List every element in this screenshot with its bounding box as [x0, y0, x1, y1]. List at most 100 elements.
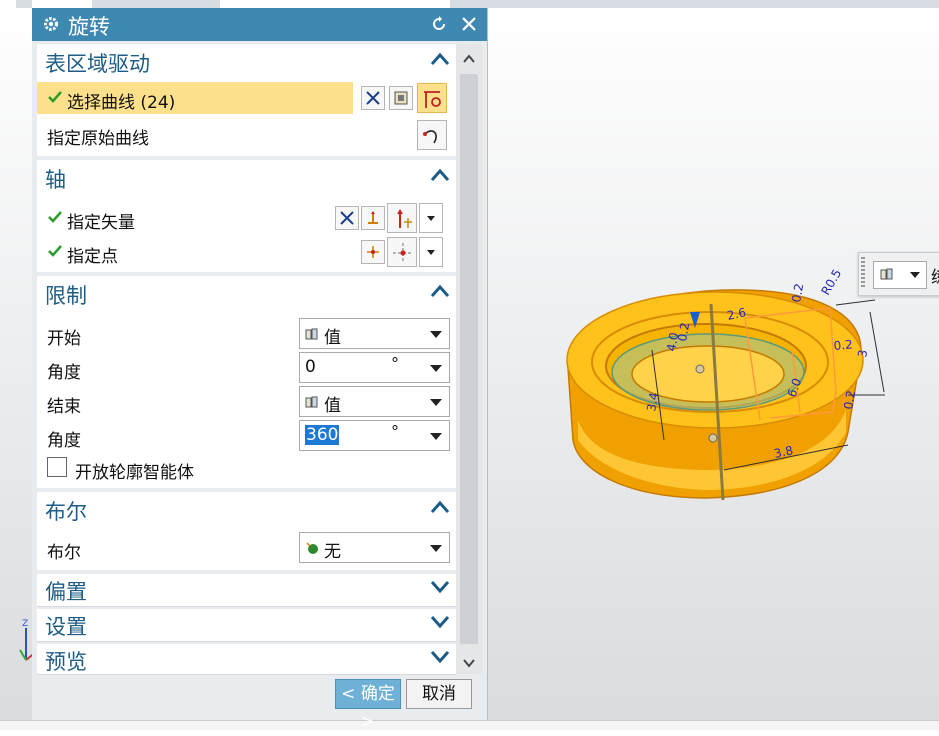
- chevron-up-icon[interactable]: [430, 500, 450, 514]
- section-boolean: 布尔 布尔 无: [37, 492, 456, 570]
- end-type-select[interactable]: 值: [299, 386, 450, 417]
- section-preview[interactable]: 预览: [37, 644, 456, 675]
- floating-toolbar: 练: [858, 252, 939, 296]
- dialog-title: 旋转: [68, 15, 110, 39]
- point-icon: [367, 246, 379, 258]
- boolean-none-icon: [306, 542, 318, 554]
- start-type-select[interactable]: 值: [299, 318, 450, 349]
- start-angle-label: 角度: [47, 363, 81, 383]
- cross-arrows-icon: [340, 211, 354, 225]
- toolbar-text: 练: [931, 263, 939, 288]
- chevron-up-icon[interactable]: [430, 284, 450, 298]
- sketch-icon: [394, 91, 408, 105]
- close-icon[interactable]: [459, 14, 479, 34]
- vector-type-dropdown[interactable]: [419, 203, 443, 233]
- open-profile-checkbox[interactable]: [47, 457, 67, 477]
- chevron-down-icon: [430, 399, 442, 406]
- specify-point-label: 指定点: [67, 247, 118, 267]
- open-profile-label: 开放轮廓智能体: [75, 463, 194, 483]
- section-title: 设置: [45, 615, 87, 639]
- section-axis: 轴 指定矢量 指定点: [37, 160, 456, 272]
- curve-icon: [424, 91, 441, 108]
- sketch-section-button[interactable]: [389, 86, 413, 110]
- select-curve-label: 选择曲线 (24): [67, 93, 176, 113]
- curve-pick-icon: [423, 130, 437, 144]
- chevron-down-icon[interactable]: [430, 580, 450, 594]
- boolean-value: 无: [324, 542, 341, 562]
- vector-dialog-button[interactable]: [361, 206, 385, 230]
- scroll-down-icon[interactable]: [460, 654, 478, 672]
- checkmark-icon: [48, 91, 62, 103]
- origin-curve-row[interactable]: 指定原始曲线: [37, 118, 456, 150]
- origin-curve-label: 指定原始曲线: [47, 129, 149, 149]
- toolbar-grip[interactable]: [861, 257, 865, 289]
- point-type-dropdown[interactable]: [419, 237, 443, 267]
- end-type-value: 值: [324, 396, 341, 416]
- checkmark-icon: [48, 211, 62, 223]
- end-angle-value: 360: [305, 425, 340, 445]
- degree-unit: °: [391, 354, 399, 373]
- section-settings[interactable]: 设置: [37, 609, 456, 642]
- section-title[interactable]: 限制: [45, 280, 87, 310]
- degree-unit: °: [391, 422, 399, 441]
- chevron-down-icon: [910, 272, 920, 278]
- chevron-down-icon: [427, 250, 435, 255]
- chevron-down-icon: [430, 331, 442, 338]
- book-icon: [880, 268, 893, 280]
- vector-type-button[interactable]: [387, 203, 417, 233]
- dim-label: R0.5: [818, 267, 844, 298]
- section-title[interactable]: 轴: [45, 164, 66, 194]
- dialog-titlebar[interactable]: 旋转: [32, 8, 487, 41]
- book-icon: [305, 328, 318, 340]
- end-angle-input[interactable]: 360 °: [299, 420, 450, 451]
- start-angle-value: 0: [305, 357, 316, 377]
- section-region-drive: 表区域驱动 选择曲线 (24) 指定原始曲线: [37, 44, 456, 156]
- point-dialog-button[interactable]: [361, 240, 385, 264]
- book-icon: [305, 396, 318, 408]
- crosshair-icon: [393, 243, 413, 263]
- reverse-direction-button[interactable]: [335, 206, 359, 230]
- section-title[interactable]: 表区域驱动: [45, 48, 150, 78]
- axis-icon: [397, 209, 412, 228]
- dialog-scrollbar[interactable]: [456, 44, 482, 674]
- section-limits: 限制 开始 值 角度 0 ° 结束 值 角度 360 ° 开放轮廓智能体: [37, 276, 456, 488]
- chevron-down-icon[interactable]: [430, 615, 450, 629]
- boolean-label: 布尔: [47, 543, 81, 563]
- dim-label: 3: [855, 349, 870, 359]
- boolean-select[interactable]: 无: [299, 532, 450, 563]
- dim-label: 0.2: [833, 337, 853, 353]
- cancel-button[interactable]: 取消: [406, 679, 472, 709]
- select-curve-row[interactable]: 选择曲线 (24): [37, 82, 353, 114]
- start-label: 开始: [47, 329, 81, 349]
- chevron-up-icon[interactable]: [430, 168, 450, 182]
- revolved-model[interactable]: [566, 289, 864, 501]
- chevron-down-icon[interactable]: [430, 433, 442, 440]
- ok-button[interactable]: < 确定 >: [335, 679, 401, 732]
- scroll-thumb[interactable]: [460, 74, 478, 644]
- chevron-down-icon: [430, 545, 442, 552]
- start-angle-input[interactable]: 0 °: [299, 352, 450, 383]
- end-label: 结束: [47, 397, 81, 417]
- section-title[interactable]: 布尔: [45, 496, 87, 526]
- chevron-down-icon[interactable]: [430, 365, 442, 372]
- revolve-dialog: 旋转 表区域驱动 选择曲线 (24) 指定原始曲线 轴 指定矢量 指定点 限制 …: [32, 8, 488, 732]
- reset-icon[interactable]: [430, 15, 448, 33]
- curve-rule-button[interactable]: [361, 86, 385, 110]
- cross-arrows-icon: [366, 91, 380, 105]
- start-type-value: 值: [324, 328, 341, 348]
- display-mode-dropdown[interactable]: [873, 261, 927, 289]
- chevron-down-icon[interactable]: [430, 650, 450, 664]
- dialog-body: 表区域驱动 选择曲线 (24) 指定原始曲线 轴 指定矢量 指定点 限制 开始 …: [37, 44, 456, 675]
- point-type-button[interactable]: [387, 237, 417, 267]
- chevron-up-icon[interactable]: [430, 52, 450, 66]
- vector-icon: [368, 211, 378, 224]
- specify-vector-label: 指定矢量: [67, 213, 135, 233]
- scroll-up-icon[interactable]: [460, 50, 478, 68]
- gear-icon: [44, 17, 58, 31]
- origin-curve-button[interactable]: [417, 120, 447, 150]
- section-title: 预览: [45, 650, 87, 674]
- dim-label: 0.2: [841, 389, 858, 410]
- section-offset[interactable]: 偏置: [37, 574, 456, 607]
- curve-selection-button[interactable]: [417, 83, 447, 113]
- open-profile-row[interactable]: 开放轮廓智能体: [37, 452, 456, 484]
